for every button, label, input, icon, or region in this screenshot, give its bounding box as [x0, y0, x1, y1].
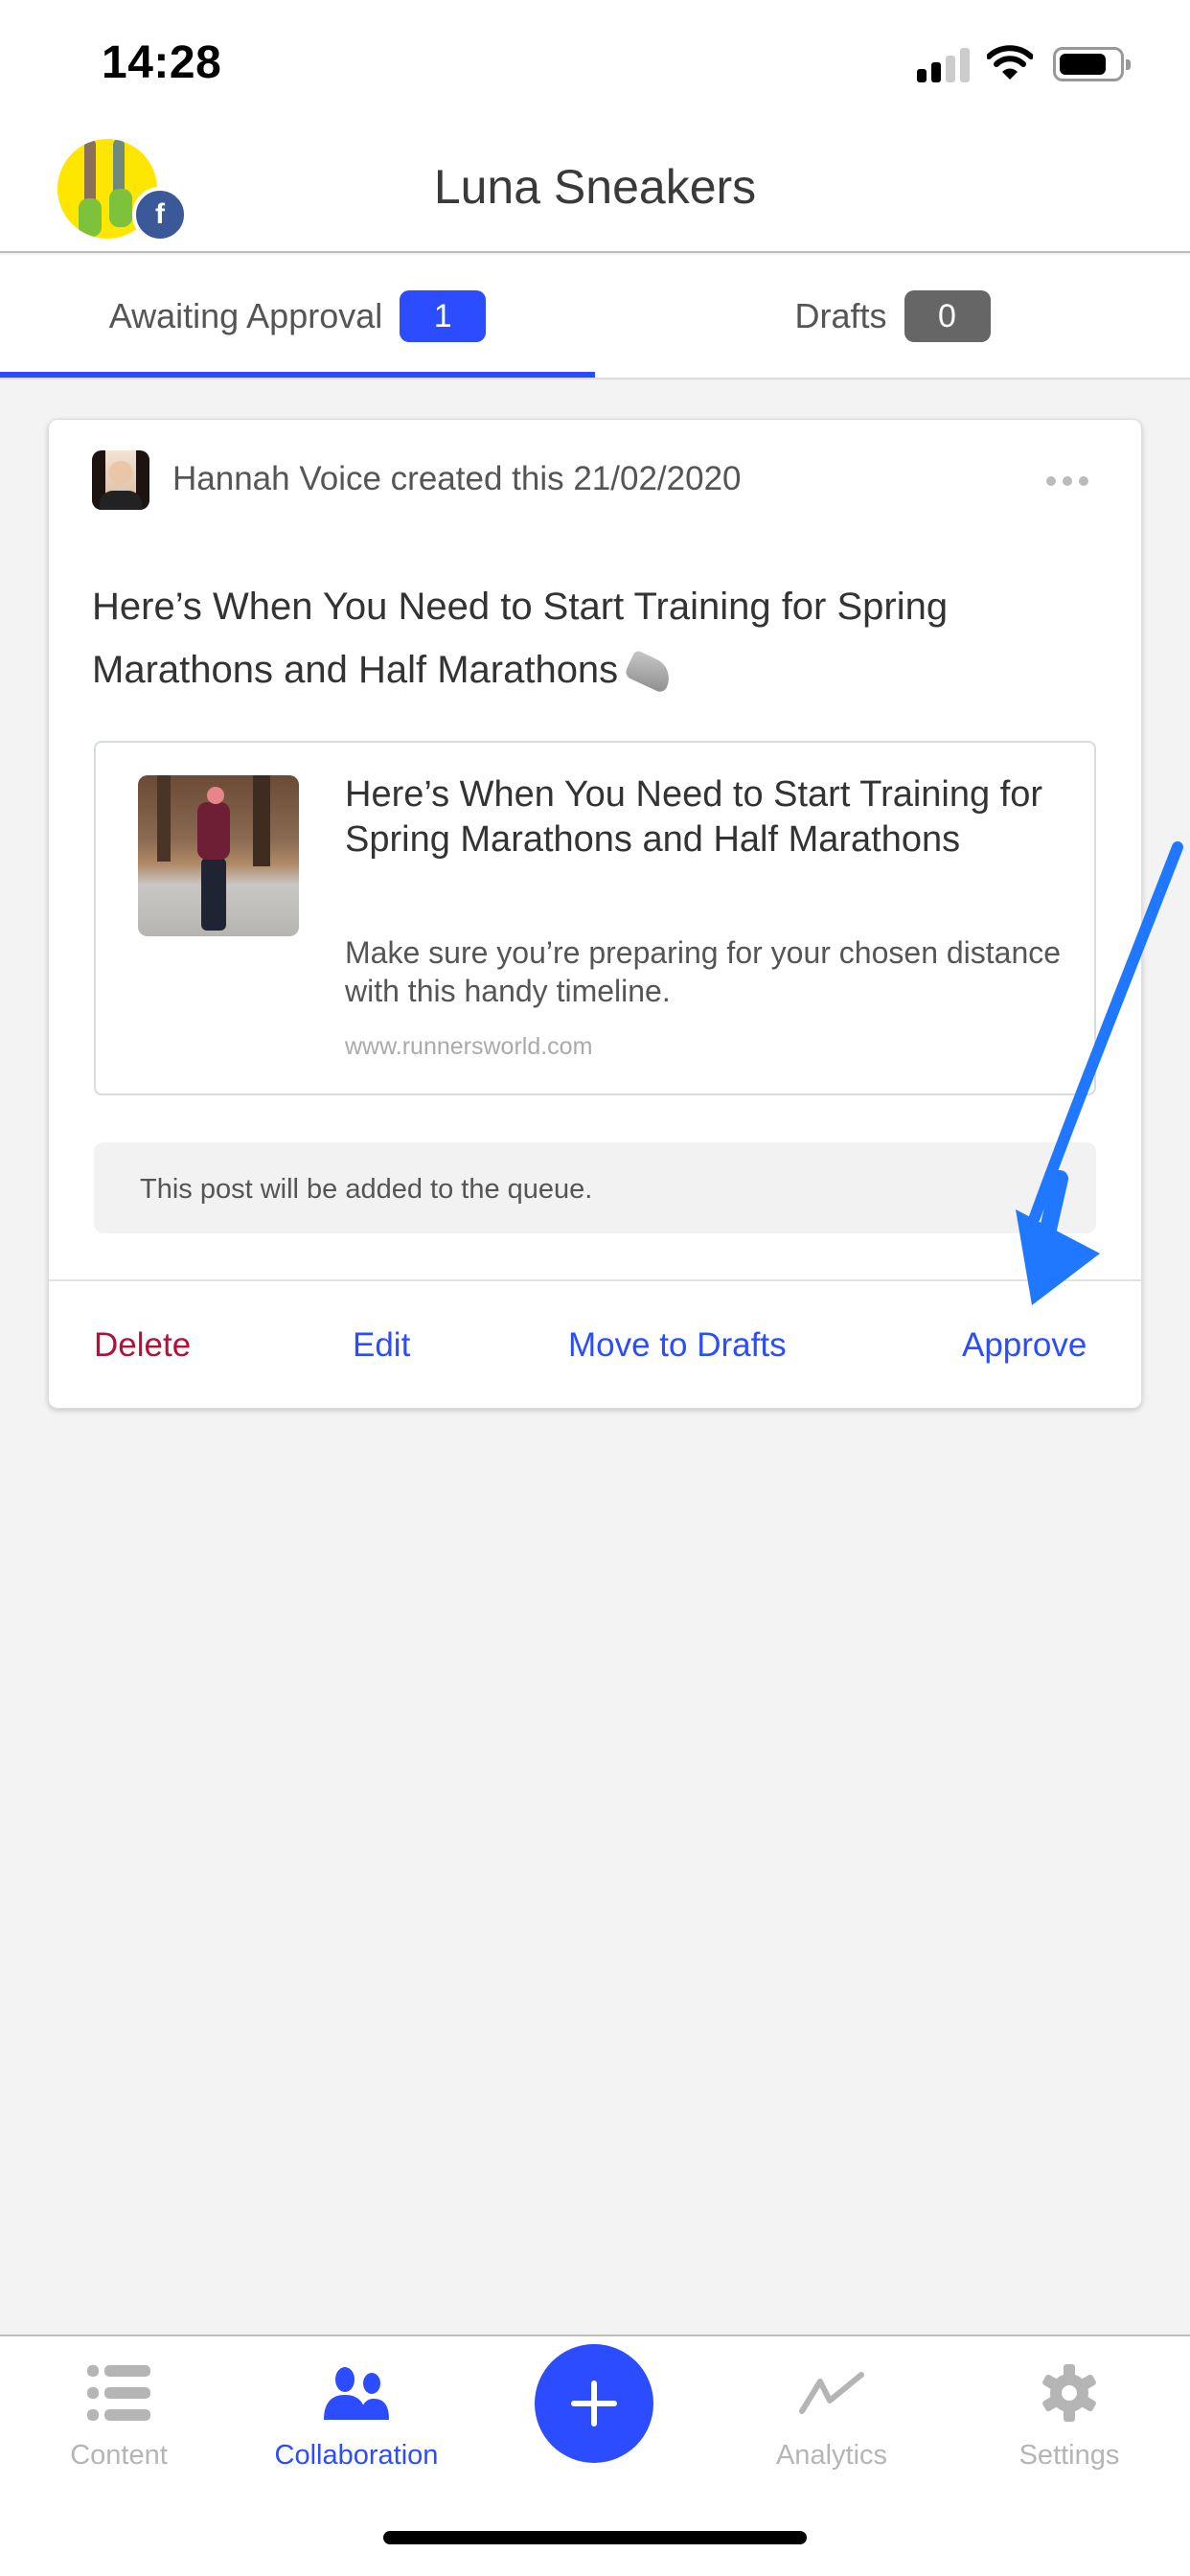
tab-awaiting-approval[interactable]: Awaiting Approval 1 — [0, 255, 595, 378]
people-icon — [261, 2359, 452, 2426]
list-icon — [23, 2359, 215, 2426]
post-text-body: Here’s When You Need to Start Training f… — [92, 586, 949, 691]
author-created-line: Hannah Voice created this 21/02/2020 — [172, 460, 742, 497]
count-badge: 0 — [904, 290, 991, 342]
wifi-icon — [986, 45, 1034, 81]
nav-label: Collaboration — [274, 2440, 439, 2471]
page-title: Luna Sneakers — [433, 160, 757, 214]
author-avatar — [92, 450, 149, 510]
tab-label: Drafts — [794, 296, 887, 335]
nav-item-settings[interactable]: Settings — [973, 2359, 1165, 2472]
tab-bar: Awaiting Approval 1 Drafts 0 — [0, 255, 1190, 380]
approve-button[interactable]: Approve — [962, 1326, 1087, 1365]
running-shoe-icon — [624, 649, 676, 695]
create-post-button[interactable] — [535, 2344, 653, 2463]
nav-item-analytics[interactable]: Analytics — [736, 2359, 927, 2472]
queue-notice-text: This post will be added to the queue. — [140, 1174, 593, 1205]
more-horizontal-icon[interactable] — [1046, 470, 1094, 493]
nav-item-content[interactable]: Content — [23, 2359, 215, 2472]
link-preview-domain: www.runnersworld.com — [345, 1033, 593, 1060]
battery-icon — [1053, 47, 1131, 81]
home-indicator[interactable] — [383, 2531, 807, 2544]
card-divider — [49, 1279, 1141, 1281]
nav-label: Settings — [1018, 2440, 1120, 2471]
active-tab-indicator — [0, 372, 595, 378]
nav-label: Content — [70, 2440, 168, 2471]
move-to-drafts-button[interactable]: Move to Drafts — [568, 1326, 787, 1365]
battery-level — [1060, 54, 1106, 75]
edit-button[interactable]: Edit — [353, 1326, 410, 1365]
nav-item-collaboration[interactable]: Collaboration — [261, 2359, 452, 2472]
link-preview-thumbnail — [138, 775, 299, 936]
link-preview-title: Here’s When You Need to Start Training f… — [345, 774, 1043, 860]
gear-icon — [973, 2359, 1165, 2426]
tab-label: Awaiting Approval — [108, 296, 383, 335]
trend-line-icon — [736, 2359, 927, 2426]
count-badge: 1 — [400, 290, 487, 342]
delete-button[interactable]: Delete — [94, 1326, 191, 1365]
nav-label: Analytics — [775, 2440, 888, 2471]
cellular-signal-icon — [917, 48, 971, 82]
tab-drafts[interactable]: Drafts 0 — [595, 255, 1190, 378]
status-time: 14:28 — [102, 37, 222, 88]
post-text: Here’s When You Need to Start Training f… — [92, 575, 1088, 702]
link-preview-description: Make sure you’re preparing for your chos… — [345, 935, 1062, 1008]
